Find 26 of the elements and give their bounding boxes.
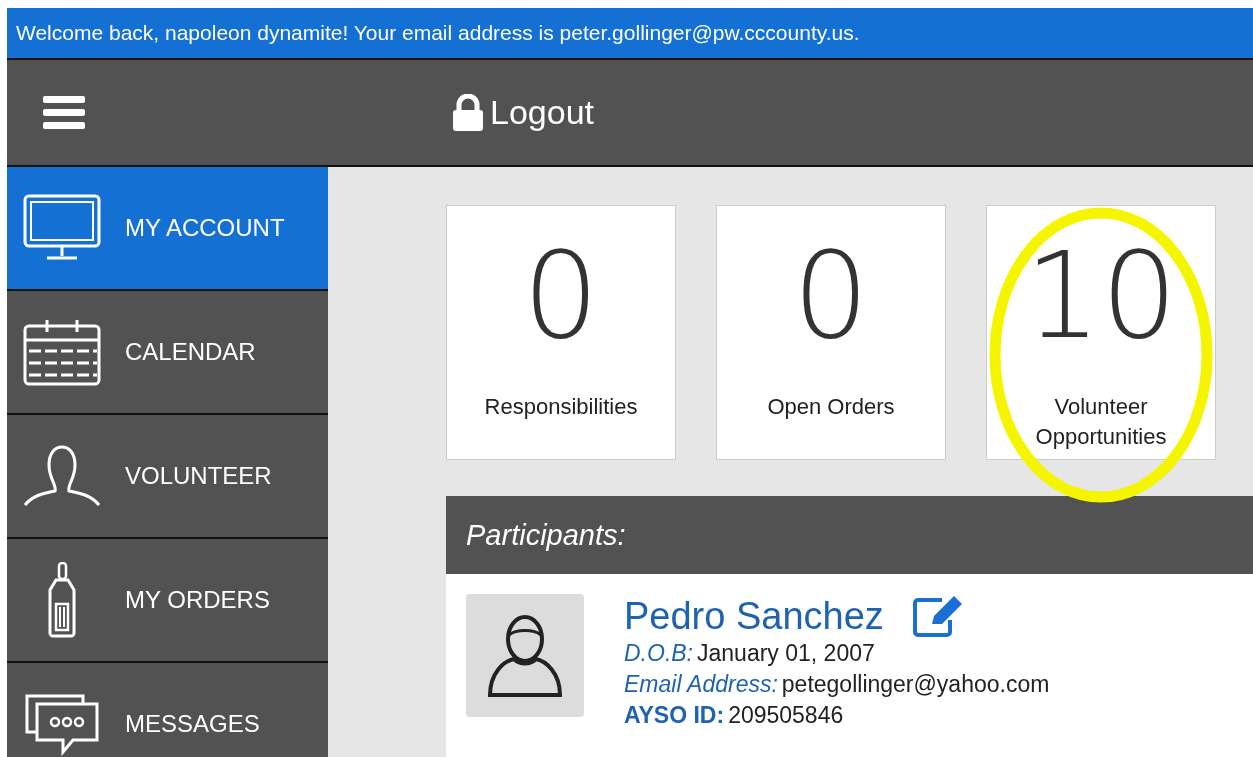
sidebar-item[interactable]: MY ACCOUNT	[7, 167, 328, 291]
panel-title: Participants:	[466, 518, 626, 552]
stat-label: Volunteer Opportunities	[1034, 393, 1168, 451]
stat-label: Responsibilities	[483, 393, 639, 421]
stat-value: 0	[792, 236, 870, 366]
person-icon	[23, 445, 101, 507]
field-label: AYSO ID:	[624, 702, 725, 729]
field-value: petegollinger@yahoo.com	[781, 671, 1050, 698]
field-label: D.O.B:	[624, 640, 693, 666]
chat-icon	[23, 692, 101, 756]
monitor-icon	[23, 194, 101, 262]
menu-icon[interactable]	[43, 94, 85, 131]
stat-value: 0	[522, 236, 600, 366]
field-value: January 01, 2007	[697, 640, 875, 666]
stat-card[interactable]: 0 Open Orders	[716, 205, 946, 460]
logout-link[interactable]: Logout	[452, 93, 594, 132]
calendar-icon	[23, 318, 101, 386]
person-icon	[486, 612, 564, 699]
field-label: Email Address:	[624, 671, 778, 698]
participant-name[interactable]: Pedro Sanchez	[624, 594, 884, 638]
stat-value: 10	[1024, 236, 1178, 366]
stat-label: Open Orders	[766, 393, 896, 421]
stat-card[interactable]: 0 Responsibilities	[446, 205, 676, 460]
welcome-text: Welcome back, napoleon dynamite! Your email address is peter.gollinger@pw.cccounty.us.	[16, 21, 860, 45]
field-value: 209505846	[728, 702, 844, 729]
lock-icon	[452, 93, 484, 132]
